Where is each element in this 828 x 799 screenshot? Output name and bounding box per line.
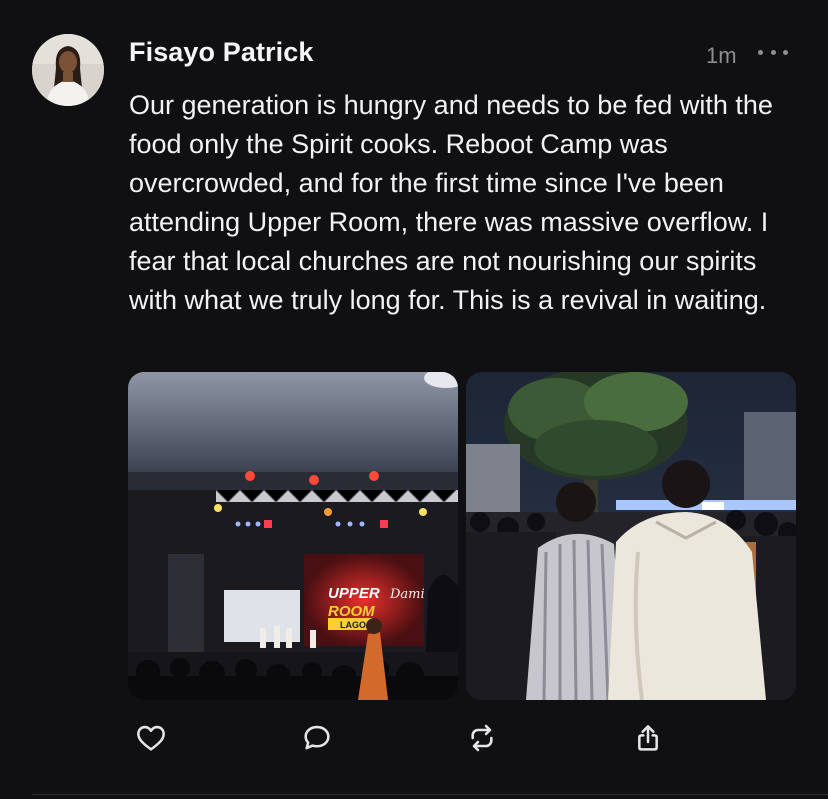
stage-sign-room: ROOM [328,603,375,620]
avatar[interactable] [32,34,104,106]
author-name[interactable]: Fisayo Patrick [129,37,314,68]
avatar-image [32,34,104,106]
post-timestamp: 1m [706,43,737,68]
heart-icon [137,725,165,751]
post-image-stage[interactable]: UPPER ROOM LAGOS Dami [128,372,458,700]
post-image-crowd[interactable] [466,372,796,700]
like-button[interactable] [134,721,168,755]
stage-sign-script: Dami [389,587,425,602]
more-options-button[interactable] [758,44,788,60]
reply-button[interactable] [300,721,334,755]
share-button[interactable] [631,721,665,755]
repost-button[interactable] [465,721,499,755]
repost-icon [471,724,493,752]
stage-sign-upper: UPPER [328,585,380,602]
post-text: Our generation is hungry and needs to be… [129,90,773,315]
crowd-photo [466,372,796,700]
share-icon [638,725,658,751]
post-divider [32,794,828,795]
comment-icon [304,725,330,750]
stage-photo: UPPER ROOM LAGOS Dami [128,372,458,700]
more-icon [758,49,763,55]
